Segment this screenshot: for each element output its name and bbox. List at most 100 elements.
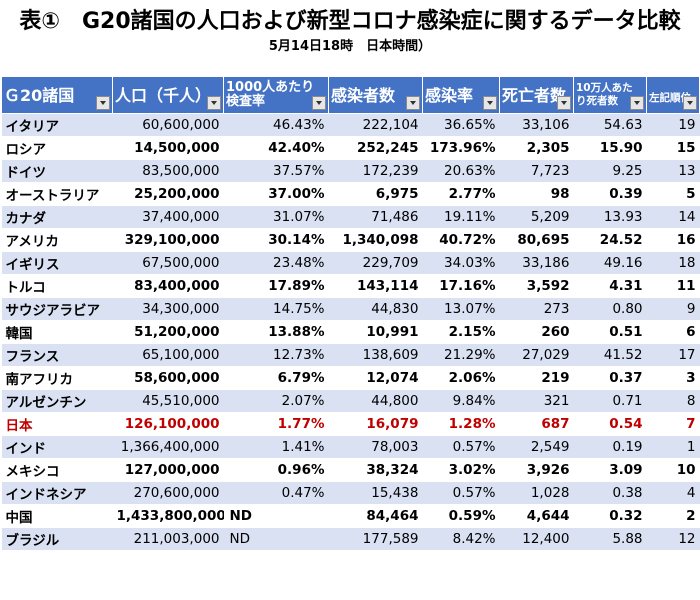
filter-dropdown-icon[interactable] [406, 96, 420, 110]
cell-rank: 10 [646, 458, 700, 482]
cell-population: 211,003,000 [112, 527, 224, 551]
cell-deaths-per-100k: 0.37 [573, 366, 647, 390]
cell-deaths-per-100k: 0.54 [573, 412, 647, 436]
header-test-rate: 1000人あたり 検査率 [223, 76, 329, 114]
table-row: 中国 1,433,800,000 ND 84,464 0.59% 4,644 0.32 2 [1, 504, 700, 528]
cell-rank: 12 [646, 527, 700, 551]
cell-test-rate: 37.57% [223, 159, 329, 183]
cell-deaths: 3,592 [499, 274, 574, 298]
cell-test-rate: 31.07% [223, 205, 329, 229]
cell-population: 51,200,000 [112, 320, 224, 344]
table-row: インドネシア 270,600,000 0.47% 15,438 0.57% 1,028 0.… [1, 481, 700, 505]
cell-deaths: 2,549 [499, 435, 574, 459]
cell-population: 25,200,000 [112, 182, 224, 206]
table-row: カナダ 37,400,000 31.07% 71,486 19.11% 5,209 13.9… [1, 205, 700, 229]
cell-infected: 44,830 [328, 297, 423, 321]
filter-dropdown-icon[interactable] [207, 96, 221, 110]
cell-deaths-per-100k: 0.51 [573, 320, 647, 344]
header-label: 感染率 [425, 85, 474, 105]
cell-infected: 38,324 [328, 458, 423, 482]
cell-test-rate: 23.48% [223, 251, 329, 275]
cell-country: 韓国 [1, 320, 113, 344]
cell-rank: 11 [646, 274, 700, 298]
cell-deaths-per-100k: 15.90 [573, 136, 647, 160]
cell-infected: 10,991 [328, 320, 423, 344]
g20-covid-table: Ｇ20諸国 人口（千人） 1000人あたり検査率 感染者数 感染率 死亡者数 [1, 76, 700, 551]
cell-deaths: 321 [499, 389, 574, 413]
cell-rank: 8 [646, 389, 700, 413]
table-body: イタリア 60,600,000 46.43% 222,104 36.65% 33,106 5… [1, 113, 700, 551]
cell-deaths: 80,695 [499, 228, 574, 252]
cell-test-rate: 6.79% [223, 366, 329, 390]
cell-rank: 7 [646, 412, 700, 436]
cell-infection-rate: 0.57% [422, 435, 500, 459]
cell-country: インド [1, 435, 113, 459]
cell-deaths: 33,106 [499, 113, 574, 137]
cell-country: オーストラリア [1, 182, 113, 206]
cell-infection-rate: 19.11% [422, 205, 500, 229]
cell-deaths-per-100k: 5.88 [573, 527, 647, 551]
filter-dropdown-icon[interactable] [683, 96, 697, 110]
cell-deaths-per-100k: 49.16 [573, 251, 647, 275]
cell-deaths: 5,209 [499, 205, 574, 229]
cell-country: トルコ [1, 274, 113, 298]
cell-population: 329,100,000 [112, 228, 224, 252]
cell-infected: 138,609 [328, 343, 423, 367]
cell-country: アルゼンチン [1, 389, 113, 413]
cell-test-rate: 0.96% [223, 458, 329, 482]
cell-country: カナダ [1, 205, 113, 229]
cell-infection-rate: 173.96% [422, 136, 500, 160]
table-row: 韓国 51,200,000 13.88% 10,991 2.15% 260 0.51 6 [1, 320, 700, 344]
cell-deaths: 3,926 [499, 458, 574, 482]
cell-test-rate: 1.41% [223, 435, 329, 459]
cell-population: 126,100,000 [112, 412, 224, 436]
cell-country: 日本 [1, 412, 113, 436]
cell-rank: 15 [646, 136, 700, 160]
cell-test-rate: 12.73% [223, 343, 329, 367]
cell-infected: 252,245 [328, 136, 423, 160]
cell-test-rate: 1.77% [223, 412, 329, 436]
cell-infected: 16,079 [328, 412, 423, 436]
table-row: イギリス 67,500,000 23.48% 229,709 34.03% 33,186 4… [1, 251, 700, 275]
cell-test-rate: 37.00% [223, 182, 329, 206]
cell-infection-rate: 20.63% [422, 159, 500, 183]
cell-rank: 18 [646, 251, 700, 275]
filter-dropdown-icon[interactable] [96, 96, 110, 110]
cell-population: 83,500,000 [112, 159, 224, 183]
cell-rank: 6 [646, 320, 700, 344]
cell-deaths: 687 [499, 412, 574, 436]
cell-population: 34,300,000 [112, 297, 224, 321]
table-row: トルコ 83,400,000 17.89% 143,114 17.16% 3,592 4.3… [1, 274, 700, 298]
cell-country: イギリス [1, 251, 113, 275]
cell-infection-rate: 0.57% [422, 481, 500, 505]
header-infection-rate: 感染率 [422, 76, 500, 114]
table-row: インド 1,366,400,000 1.41% 78,003 0.57% 2,549 0.1… [1, 435, 700, 459]
cell-deaths: 273 [499, 297, 574, 321]
cell-population: 60,600,000 [112, 113, 224, 137]
cell-test-rate: 42.40% [223, 136, 329, 160]
cell-rank: 16 [646, 228, 700, 252]
cell-test-rate: 46.43% [223, 113, 329, 137]
cell-deaths: 2,305 [499, 136, 574, 160]
filter-dropdown-icon[interactable] [483, 96, 497, 110]
cell-country: フランス [1, 343, 113, 367]
cell-infected: 229,709 [328, 251, 423, 275]
cell-deaths-per-100k: 24.52 [573, 228, 647, 252]
cell-deaths: 219 [499, 366, 574, 390]
header-deaths: 死亡者数 [499, 76, 574, 114]
cell-rank: 13 [646, 159, 700, 183]
cell-rank: 4 [646, 481, 700, 505]
table-row: フランス 65,100,000 12.73% 138,609 21.29% 27,029 4… [1, 343, 700, 367]
cell-country: 南アフリカ [1, 366, 113, 390]
cell-infection-rate: 0.59% [422, 504, 500, 528]
filter-dropdown-icon[interactable] [557, 96, 571, 110]
cell-population: 83,400,000 [112, 274, 224, 298]
filter-dropdown-icon[interactable] [312, 96, 326, 110]
header-label: Ｇ20諸国 [4, 85, 75, 105]
cell-deaths-per-100k: 0.32 [573, 504, 647, 528]
header-label: 感染者数 [331, 85, 396, 105]
cell-country: イタリア [1, 113, 113, 137]
cell-test-rate: 14.75% [223, 297, 329, 321]
filter-dropdown-icon[interactable] [630, 96, 644, 110]
cell-population: 58,600,000 [112, 366, 224, 390]
